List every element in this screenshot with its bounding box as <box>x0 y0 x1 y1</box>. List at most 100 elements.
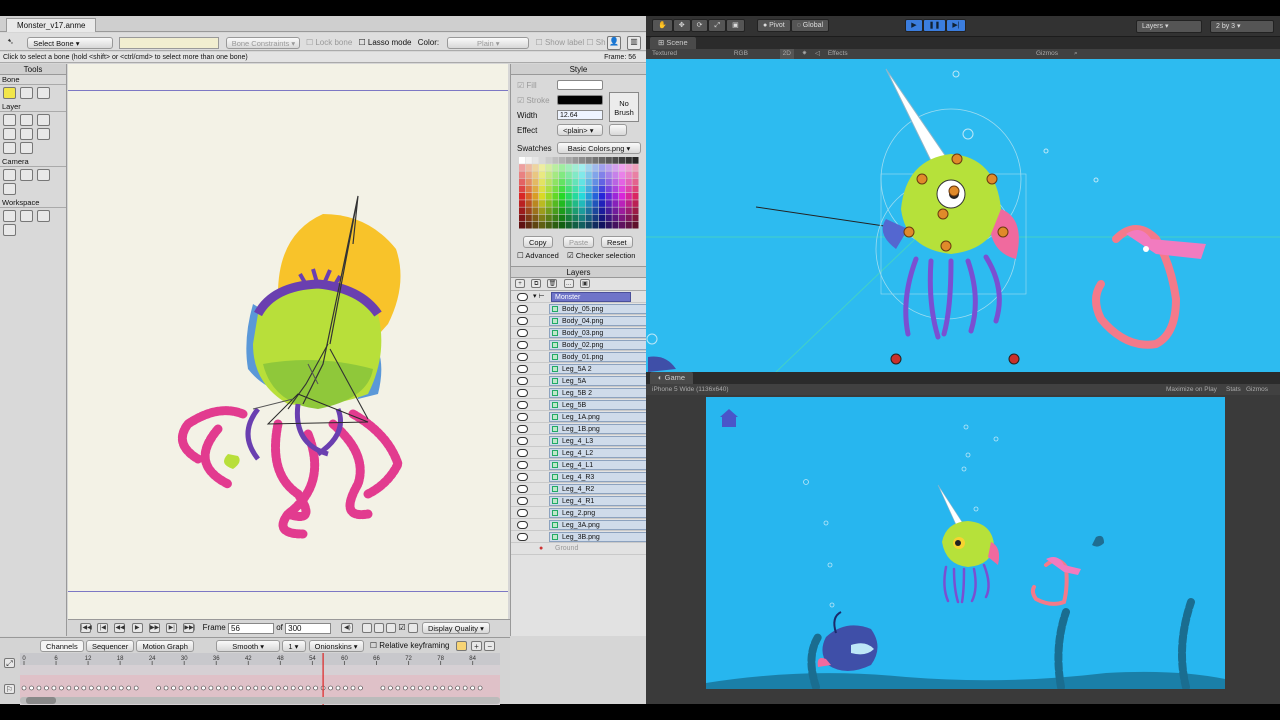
swatch-cell[interactable] <box>572 221 579 229</box>
swatch-cell[interactable] <box>565 221 572 229</box>
swatch-cell[interactable] <box>619 178 626 186</box>
gizmos-dropdown[interactable]: Gizmos <box>1036 49 1058 59</box>
bone-name-field[interactable] <box>119 37 220 49</box>
swatch-cell[interactable] <box>545 193 552 200</box>
swatch-cell[interactable] <box>599 207 606 215</box>
layer-row-ground[interactable]: ● Ground <box>511 543 646 555</box>
layer-row[interactable]: Body_03.png <box>511 327 669 339</box>
swatch-cell[interactable] <box>632 200 639 207</box>
swatch-cell[interactable] <box>599 164 606 171</box>
eye-icon[interactable] <box>517 497 528 505</box>
stroke-swatch[interactable] <box>557 95 603 105</box>
swatch-cell[interactable] <box>632 221 639 229</box>
swatch-cell[interactable] <box>579 207 586 215</box>
keyframe[interactable] <box>238 685 244 691</box>
eye-icon[interactable] <box>517 533 528 541</box>
swatch-cell[interactable] <box>545 200 552 207</box>
swatch-cell[interactable] <box>545 214 552 222</box>
interpolation-dropdown[interactable]: Smooth <box>216 640 281 652</box>
swatch-cell[interactable] <box>539 214 546 222</box>
keyframe[interactable] <box>395 685 401 691</box>
swatch-cell[interactable] <box>625 193 632 200</box>
eye-icon[interactable] <box>517 305 528 313</box>
keyframe[interactable] <box>156 685 161 691</box>
display-quality-dropdown[interactable]: Display Quality <box>421 622 490 634</box>
width-field[interactable]: 12.64 <box>557 110 603 120</box>
switch-layer-icon[interactable] <box>3 142 16 154</box>
swatch-cell[interactable] <box>592 157 599 164</box>
swatch-cell[interactable] <box>565 157 572 164</box>
swatch-cell[interactable] <box>519 171 526 179</box>
layer-row[interactable]: Body_05.png <box>511 303 669 315</box>
swatch-cell[interactable] <box>532 214 539 222</box>
onionskins-dropdown[interactable]: Onionskins <box>308 640 364 652</box>
swatch-cell[interactable] <box>592 221 599 229</box>
interp-count-dropdown[interactable]: 1 <box>282 640 307 652</box>
keyframe[interactable] <box>74 685 79 691</box>
pivot-button[interactable]: ● Pivot <box>756 19 791 32</box>
scale-tool-icon[interactable]: ⤢ <box>708 19 727 32</box>
swatch-cell[interactable] <box>559 193 566 200</box>
step-forward-icon[interactable]: ▶▶ <box>148 623 160 633</box>
swatch-cell[interactable] <box>625 200 632 207</box>
hand-tool-icon[interactable]: ✋ <box>652 19 673 32</box>
copy-button[interactable]: Copy <box>523 236 553 248</box>
eye-icon[interactable] <box>517 509 528 517</box>
keyframe[interactable] <box>118 685 124 691</box>
keyframe[interactable] <box>290 685 296 691</box>
resolution-dropdown[interactable]: iPhone 5 Wide (1136x640) <box>652 386 728 393</box>
keyframe[interactable] <box>343 685 348 691</box>
textured-dropdown[interactable]: Textured <box>652 49 732 59</box>
swatch-cell[interactable] <box>525 207 532 215</box>
copy-layer-icon[interactable]: ⧉ <box>531 279 542 288</box>
keyframe[interactable] <box>358 685 363 691</box>
swatch-cell[interactable] <box>525 193 532 200</box>
swatch-cell[interactable] <box>532 207 539 215</box>
tab-channels[interactable]: Channels <box>40 640 84 652</box>
swatch-cell[interactable] <box>619 157 626 164</box>
keyframe[interactable] <box>253 685 259 691</box>
swatch-cell[interactable] <box>612 171 619 179</box>
camera-bounds-icon[interactable] <box>407 623 418 633</box>
swatch-cell[interactable] <box>619 171 626 179</box>
pan-tilt-camera-icon[interactable] <box>3 183 16 195</box>
swatch-cell[interactable] <box>612 178 619 186</box>
swatch-cell[interactable] <box>585 185 592 193</box>
lock-bone-checkbox[interactable]: ☐ Lock bone <box>306 38 352 47</box>
eye-icon[interactable] <box>517 377 528 385</box>
swatch-cell[interactable] <box>619 185 626 193</box>
keyframe[interactable] <box>260 685 266 691</box>
swatch-cell[interactable] <box>519 207 526 215</box>
swatch-cell[interactable] <box>592 178 599 186</box>
prev-key-icon[interactable]: |◀ <box>97 623 109 633</box>
swatch-cell[interactable] <box>585 193 592 200</box>
layer-row[interactable]: Body_04.png <box>511 315 669 327</box>
swatch-cell[interactable] <box>519 221 526 229</box>
eye-icon[interactable] <box>517 293 528 301</box>
zoom-icon[interactable] <box>20 210 33 222</box>
keyframe[interactable] <box>470 685 475 691</box>
swatch-cell[interactable] <box>572 164 579 171</box>
keyframe[interactable] <box>171 685 176 691</box>
swatch-cell[interactable] <box>625 185 632 193</box>
eyedropper-icon[interactable] <box>20 142 33 154</box>
swatch-cell[interactable] <box>632 171 639 179</box>
swatch-cell[interactable] <box>552 178 559 186</box>
swatch-cell[interactable] <box>579 185 586 193</box>
group-layer-icon[interactable]: ▣ <box>579 279 590 288</box>
keyframe[interactable] <box>133 685 139 691</box>
select-bone-dropdown[interactable]: Select Bone <box>27 37 114 49</box>
keyframe[interactable] <box>335 685 341 691</box>
checker-selection-checkbox[interactable]: ☑ Checker selection <box>567 251 635 260</box>
user-icon[interactable]: 👤 <box>607 36 621 50</box>
eye-icon[interactable] <box>517 413 528 421</box>
swatch-cell[interactable] <box>579 157 586 164</box>
layer-row-monster[interactable]: ▾ ⊢ Monster <box>511 291 646 303</box>
layout-dropdown[interactable]: 2 by 3 <box>1210 20 1274 33</box>
fill-checkbox[interactable]: ☑ Fill <box>517 81 537 90</box>
swatch-cell[interactable] <box>592 185 599 193</box>
swatch-cell[interactable] <box>525 164 532 171</box>
reset-button[interactable]: Reset <box>601 236 633 248</box>
swatch-cell[interactable] <box>565 207 572 215</box>
swatch-cell[interactable] <box>559 178 566 186</box>
